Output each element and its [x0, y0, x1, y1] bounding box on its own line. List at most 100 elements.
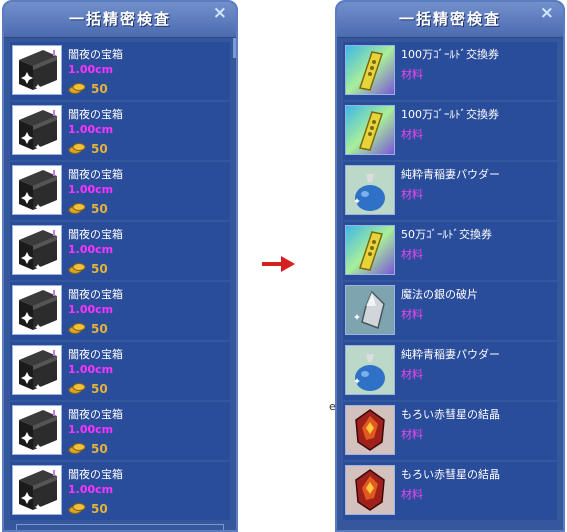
- list-item[interactable]: 闇夜の宝箱 1.00cm 50: [10, 402, 230, 460]
- item-name: もろい赤彗星の結晶: [401, 408, 500, 421]
- list-item[interactable]: 闇夜の宝箱 1.00cm 50: [10, 282, 230, 340]
- item-name: 闇夜の宝箱: [68, 288, 123, 301]
- list-item[interactable]: 闇夜の宝箱 1.00cm 50: [10, 342, 230, 400]
- item-name: 魔法の銀の破片: [401, 288, 478, 301]
- blue-powder-bag-icon: [345, 345, 395, 395]
- treasure-chest-icon: [12, 285, 62, 335]
- item-price: 50: [68, 379, 108, 398]
- panel-title: 一括精密検査: [68, 10, 171, 28]
- list-item[interactable]: 100万ｺﾞｰﾙﾄﾞ交換券 材料: [343, 102, 557, 160]
- treasure-chest-icon: [12, 225, 62, 275]
- item-category: 材料: [401, 248, 423, 261]
- item-category: 材料: [401, 68, 423, 81]
- list-item[interactable]: 闇夜の宝箱 1.00cm 50: [10, 102, 230, 160]
- treasure-chest-icon: [12, 405, 62, 455]
- item-size: 1.00cm: [68, 123, 114, 136]
- coin-icon: [68, 439, 86, 458]
- item-name: 100万ｺﾞｰﾙﾄﾞ交換券: [401, 108, 499, 121]
- item-name: 闇夜の宝箱: [68, 348, 123, 361]
- item-size: 1.00cm: [68, 423, 114, 436]
- close-icon[interactable]: ×: [213, 4, 227, 22]
- treasure-chest-icon: [12, 45, 62, 95]
- arrow-right-icon: [262, 256, 295, 272]
- coin-icon: [68, 379, 86, 398]
- item-name: 闇夜の宝箱: [68, 228, 123, 241]
- item-name: 闇夜の宝箱: [68, 408, 123, 421]
- blue-powder-bag-icon: [345, 165, 395, 215]
- item-category: 材料: [401, 488, 423, 501]
- panel-header: 一括精密検査 ×: [4, 2, 236, 38]
- item-price: 50: [68, 139, 108, 158]
- price-amount: 50: [91, 441, 108, 456]
- item-price: 50: [68, 79, 108, 98]
- item-category: 材料: [401, 308, 423, 321]
- list-item[interactable]: 闇夜の宝箱 1.00cm 50: [10, 162, 230, 220]
- list-item[interactable]: 50万ｺﾞｰﾙﾄﾞ交換券 材料: [343, 222, 557, 280]
- list-item[interactable]: 闇夜の宝箱 1.00cm 50: [10, 222, 230, 280]
- item-name: 闇夜の宝箱: [68, 108, 123, 121]
- item-price: 50: [68, 439, 108, 458]
- red-crystal-icon: [345, 465, 395, 515]
- item-category: 材料: [401, 368, 423, 381]
- item-name: 50万ｺﾞｰﾙﾄﾞ交換券: [401, 228, 492, 241]
- list-item[interactable]: 100万ｺﾞｰﾙﾄﾞ交換券 材料: [343, 42, 557, 100]
- item-name: 100万ｺﾞｰﾙﾄﾞ交換券: [401, 48, 499, 61]
- panel-title: 一括精密検査: [398, 10, 501, 28]
- list-item[interactable]: もろい赤彗星の結晶 材料: [343, 402, 557, 460]
- coin-icon: [68, 499, 86, 518]
- treasure-chest-icon: [12, 465, 62, 515]
- item-name: 純粋青稲妻パウダー: [401, 168, 500, 181]
- gold-ticket-icon: [345, 225, 395, 275]
- treasure-chest-icon: [12, 165, 62, 215]
- gold-ticket-icon: [345, 45, 395, 95]
- treasure-chest-icon: [12, 105, 62, 155]
- price-amount: 50: [91, 501, 108, 516]
- item-category: 材料: [401, 128, 423, 141]
- list-item[interactable]: もろい赤彗星の結晶 材料: [343, 462, 557, 520]
- coin-icon: [68, 199, 86, 218]
- scrollbar[interactable]: [233, 38, 236, 58]
- item-price: 50: [68, 199, 108, 218]
- item-price: 50: [68, 259, 108, 278]
- item-name: 純粋青稲妻パウダー: [401, 348, 500, 361]
- list-item[interactable]: 闇夜の宝箱 1.00cm 50: [10, 42, 230, 100]
- coin-icon: [68, 79, 86, 98]
- close-icon[interactable]: ×: [540, 4, 554, 22]
- list-item[interactable]: 純粋青稲妻パウダー 材料: [343, 162, 557, 220]
- coin-icon: [68, 139, 86, 158]
- price-amount: 50: [91, 141, 108, 156]
- price-amount: 50: [91, 201, 108, 216]
- item-price: 50: [68, 319, 108, 338]
- treasure-chest-icon: [12, 345, 62, 395]
- item-name: 闇夜の宝箱: [68, 48, 123, 61]
- item-category: 材料: [401, 188, 423, 201]
- item-size: 1.00cm: [68, 63, 114, 76]
- item-category: 材料: [401, 428, 423, 441]
- item-size: 1.00cm: [68, 183, 114, 196]
- inspection-panel-before: 一括精密検査 × 闇夜の宝箱 1.00cm 50 闇夜の宝箱 1.00cm 50 闇夜の宝箱…: [2, 0, 238, 532]
- item-size: 1.00cm: [68, 483, 114, 496]
- silver-shard-icon: [345, 285, 395, 335]
- price-amount: 50: [91, 261, 108, 276]
- item-name: もろい赤彗星の結晶: [401, 468, 500, 481]
- item-size: 1.00cm: [68, 363, 114, 376]
- coin-icon: [68, 259, 86, 278]
- item-list: 闇夜の宝箱 1.00cm 50 闇夜の宝箱 1.00cm 50 闇夜の宝箱 1.00cm 50 闇…: [10, 42, 230, 522]
- panel-header: 一括精密検査 ×: [337, 2, 563, 38]
- footer-box: [16, 524, 224, 530]
- list-item[interactable]: 純粋青稲妻パウダー 材料: [343, 342, 557, 400]
- inspection-panel-after: 一括精密検査 × 100万ｺﾞｰﾙﾄﾞ交換券 材料 100万ｺﾞｰﾙﾄﾞ交換券 材料純…: [335, 0, 565, 532]
- red-crystal-icon: [345, 405, 395, 455]
- price-amount: 50: [91, 321, 108, 336]
- item-name: 闇夜の宝箱: [68, 468, 123, 481]
- list-item[interactable]: 魔法の銀の破片 材料: [343, 282, 557, 340]
- price-amount: 50: [91, 381, 108, 396]
- item-name: 闇夜の宝箱: [68, 168, 123, 181]
- item-size: 1.00cm: [68, 303, 114, 316]
- list-item[interactable]: 闇夜の宝箱 1.00cm 50: [10, 462, 230, 520]
- coin-icon: [68, 319, 86, 338]
- item-size: 1.00cm: [68, 243, 114, 256]
- gold-ticket-icon: [345, 105, 395, 155]
- price-amount: 50: [91, 81, 108, 96]
- item-list: 100万ｺﾞｰﾙﾄﾞ交換券 材料 100万ｺﾞｰﾙﾄﾞ交換券 材料 純粋青稲妻パウダー材…: [343, 42, 557, 522]
